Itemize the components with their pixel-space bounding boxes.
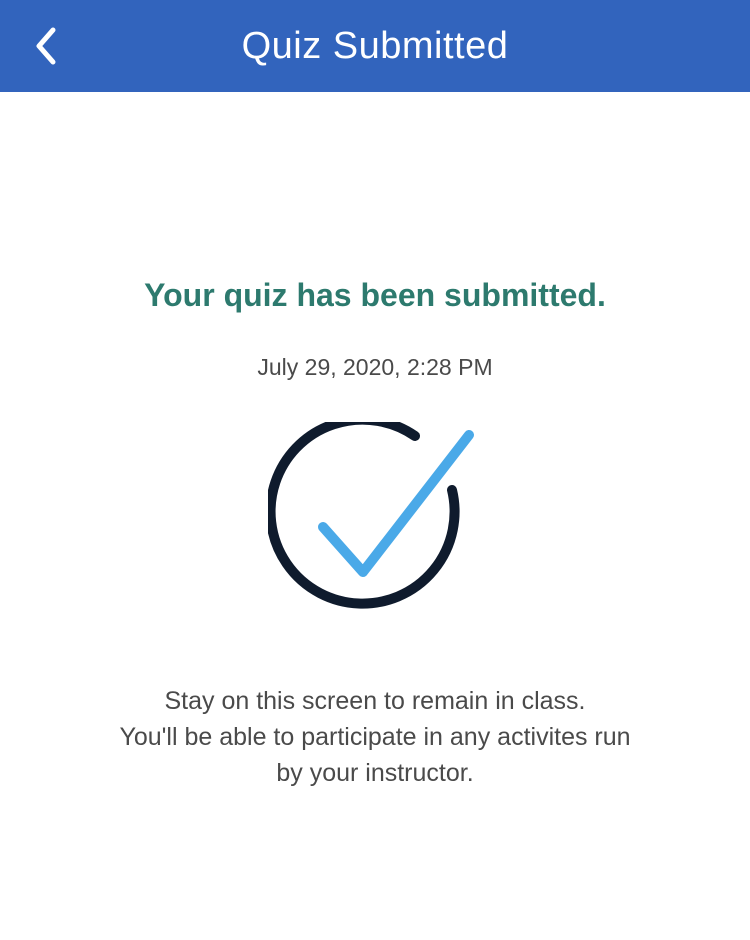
app-header: Quiz Submitted xyxy=(0,0,750,92)
submission-timestamp: July 29, 2020, 2:28 PM xyxy=(257,354,493,380)
instructions-text: Stay on this screen to remain in class. … xyxy=(60,683,690,791)
confirmation-content: Your quiz has been submitted. July 29, 2… xyxy=(0,92,750,940)
instructions-line-3: by your instructor. xyxy=(276,759,474,787)
instructions-line-1: Stay on this screen to remain in class. xyxy=(164,687,586,715)
page-title: Quiz Submitted xyxy=(241,25,509,67)
quiz-submitted-screen: Quiz Submitted Your quiz has been submit… xyxy=(0,0,750,940)
confirmation-heading: Your quiz has been submitted. xyxy=(144,277,606,313)
circle-check-icon xyxy=(268,422,474,609)
instructions-line-2: You'll be able to participate in any act… xyxy=(119,723,631,751)
